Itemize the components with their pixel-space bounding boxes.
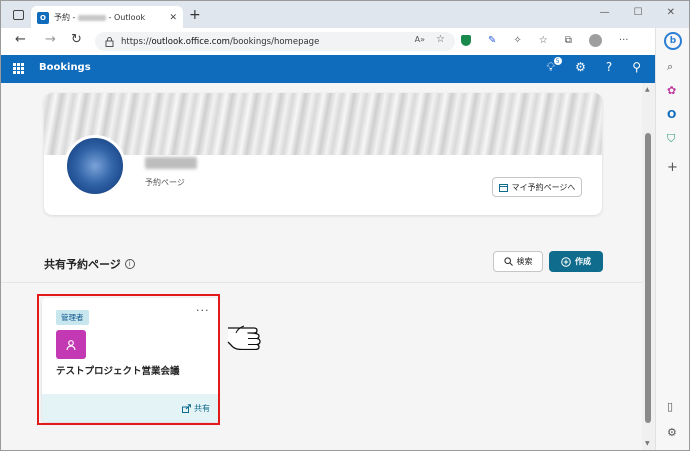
browser-toolbar: ← → ↻ https://outlook.office.com/booking… <box>1 28 689 55</box>
lock-icon <box>105 36 114 47</box>
search-button[interactable]: 検索 <box>493 251 543 272</box>
section-divider <box>1 282 642 283</box>
page-scrollbar[interactable]: ▲ ▼ <box>642 83 655 450</box>
profile-banner-image <box>44 93 602 155</box>
close-button[interactable]: ✕ <box>667 7 675 18</box>
notification-badge: 5 <box>553 57 562 65</box>
scroll-up-icon[interactable]: ▲ <box>645 86 650 93</box>
read-aloud-icon[interactable]: A» <box>415 35 425 44</box>
games-icon[interactable]: ✿ <box>667 84 676 97</box>
shared-section-title: 共有予約ページ i <box>44 256 135 272</box>
more-menu-icon[interactable]: ··· <box>619 35 629 46</box>
url-text: https://outlook.office.com/bookings/home… <box>121 36 320 47</box>
back-arrow-icon[interactable]: ← <box>15 32 26 47</box>
settings-gear-icon[interactable]: ⚙ <box>667 426 677 439</box>
browser-tab[interactable]: O 予約 - - Outlook ✕ <box>31 6 183 29</box>
add-sidebar-icon[interactable]: + <box>667 160 678 175</box>
workspaces-icon[interactable] <box>13 10 24 20</box>
app-header: Bookings 💡︎ 5 ⚙ ? ⚲ <box>1 55 655 83</box>
sidebar-toggle-icon[interactable]: ▯ <box>667 400 673 413</box>
magnifier-icon <box>503 257 513 266</box>
shield-extension-icon[interactable] <box>461 35 471 46</box>
outlook-icon: O <box>37 11 49 24</box>
profile-avatar-icon[interactable] <box>588 34 602 47</box>
create-button-label: 作成 <box>575 257 591 266</box>
edge-sidebar: b ⌕ ✿ O ⛉ + ▯ ⚙ <box>655 28 689 450</box>
forward-arrow-icon[interactable]: → <box>45 32 56 47</box>
plus-circle-icon <box>561 256 571 267</box>
pointing-hand-icon <box>227 325 261 350</box>
minimize-button[interactable]: — <box>600 7 610 18</box>
tips-lightbulb-icon[interactable]: 💡︎ 5 <box>547 57 562 75</box>
pen-extension-icon[interactable]: ✎ <box>488 35 496 46</box>
account-person-icon[interactable]: ⚲ <box>632 60 641 75</box>
tab-title: 予約 - - Outlook <box>54 13 146 22</box>
bing-icon[interactable]: b <box>664 32 682 50</box>
help-icon[interactable]: ? <box>606 60 612 75</box>
maximize-button[interactable]: ☐ <box>634 7 643 18</box>
collections-icon[interactable]: ⧉ <box>565 35 572 46</box>
scroll-thumb[interactable] <box>645 133 651 423</box>
tab-close-icon[interactable]: ✕ <box>169 13 177 23</box>
favorites-icon[interactable]: ☆ <box>539 35 548 46</box>
highlight-box <box>37 294 220 425</box>
shopping-icon[interactable]: ⛉ <box>667 132 675 146</box>
info-icon[interactable]: i <box>124 259 135 269</box>
search-icon[interactable]: ⌕ <box>667 60 673 74</box>
my-booking-page-button[interactable]: マイ予約ページへ <box>492 177 582 197</box>
outlook-sidebar-icon[interactable]: O <box>667 108 676 121</box>
address-bar[interactable]: https://outlook.office.com/bookings/home… <box>95 32 455 51</box>
profile-subtitle: 予約ページ <box>145 178 185 187</box>
business-name-redacted <box>145 157 197 169</box>
favorite-star-icon[interactable]: ☆ <box>436 34 445 45</box>
browser-title-bar: O 予約 - - Outlook ✕ + — ☐ ✕ <box>1 1 689 29</box>
calendar-link-icon <box>498 183 508 192</box>
scroll-down-icon[interactable]: ▼ <box>645 440 650 447</box>
app-launcher-icon[interactable] <box>13 63 24 74</box>
extensions-puzzle-icon[interactable]: ✧ <box>513 35 521 46</box>
business-avatar <box>64 135 126 197</box>
tab-title-redacted <box>77 14 106 21</box>
create-button[interactable]: 作成 <box>549 251 603 272</box>
search-button-label: 検索 <box>516 257 533 266</box>
app-title: Bookings <box>39 62 91 73</box>
refresh-icon[interactable]: ↻ <box>71 32 82 47</box>
my-booking-page-label: マイ予約ページへ <box>511 182 576 192</box>
new-tab-button[interactable]: + <box>189 8 201 22</box>
header-settings-icon[interactable]: ⚙ <box>575 60 586 75</box>
